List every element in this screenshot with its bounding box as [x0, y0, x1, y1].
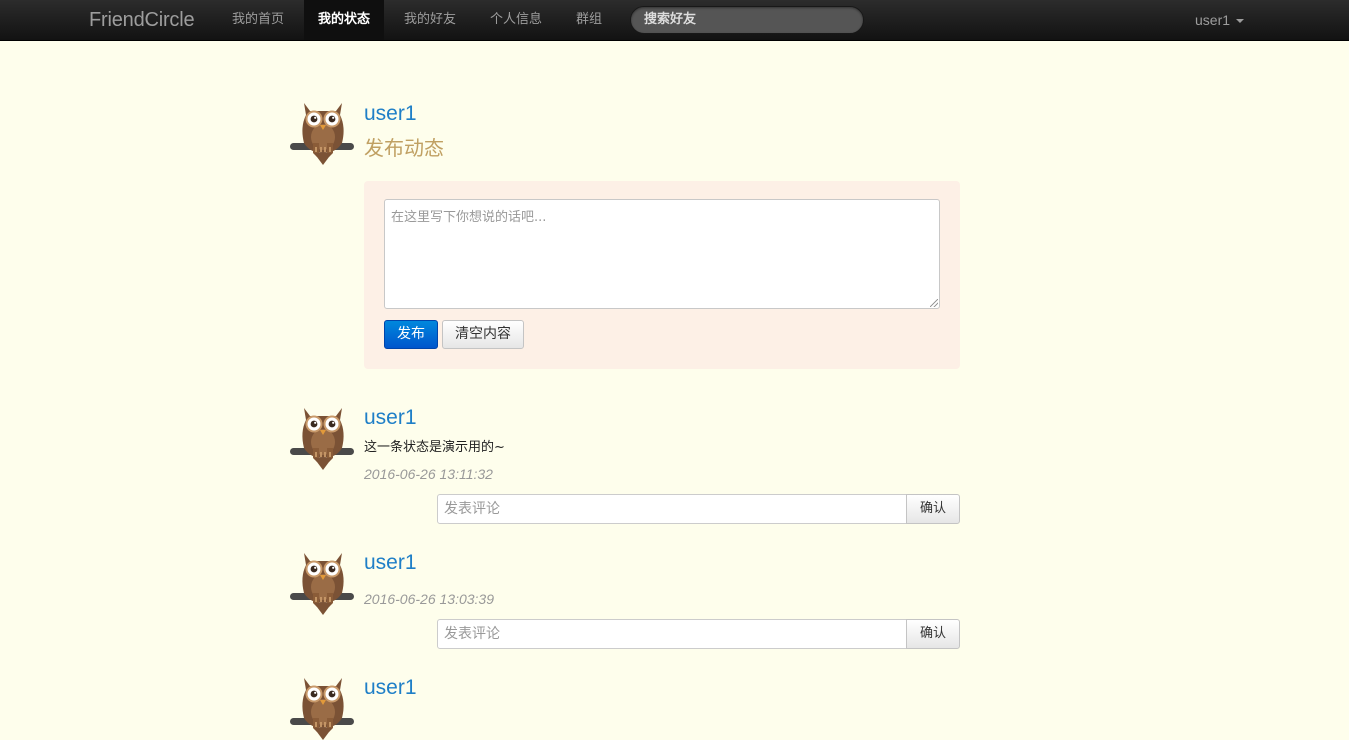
owl-icon: [290, 402, 356, 470]
post-username[interactable]: user1: [364, 551, 417, 575]
clear-content-button[interactable]: 清空内容: [442, 320, 524, 349]
nav-item-groups[interactable]: 群组: [562, 0, 616, 40]
nav-item-friends[interactable]: 我的好友: [390, 0, 470, 40]
owl-icon: [290, 672, 356, 740]
confirm-comment-button[interactable]: 确认: [906, 619, 960, 649]
post-username[interactable]: user1: [364, 406, 417, 430]
search-friends-input[interactable]: 搜索好友: [630, 6, 864, 34]
publish-username[interactable]: user1: [364, 102, 417, 126]
top-navbar: FriendCircle 我的首页 我的状态 我的好友 个人信息 群组 搜索好友…: [0, 0, 1349, 41]
publish-panel: 在这里写下你想说的话吧... 发布 清空内容: [364, 181, 960, 369]
status-textarea[interactable]: 在这里写下你想说的话吧...: [384, 199, 940, 309]
resize-grip-icon[interactable]: [930, 299, 938, 307]
post-username[interactable]: user1: [364, 676, 417, 700]
nav-item-my-status[interactable]: 我的状态: [304, 0, 385, 40]
owl-icon: [290, 97, 356, 165]
brand-logo[interactable]: FriendCircle: [89, 9, 195, 32]
nav-item-profile[interactable]: 个人信息: [476, 0, 556, 40]
caret-down-icon: [1236, 19, 1245, 24]
comment-input[interactable]: 发表评论: [437, 619, 907, 649]
post-content: 这一条状态是演示用的~: [364, 440, 505, 455]
user-dropdown[interactable]: user1: [1195, 0, 1245, 40]
confirm-comment-button[interactable]: 确认: [906, 494, 960, 524]
user-dropdown-label: user1: [1195, 12, 1231, 28]
publish-title: 发布动态: [364, 136, 444, 160]
post-timestamp: 2016-06-26 13:03:39: [364, 591, 494, 607]
post-timestamp: 2016-06-26 13:11:32: [364, 466, 493, 482]
publish-button[interactable]: 发布: [384, 320, 438, 349]
status-textarea-placeholder: 在这里写下你想说的话吧...: [391, 210, 547, 225]
nav-item-home[interactable]: 我的首页: [218, 0, 298, 40]
comment-input[interactable]: 发表评论: [437, 494, 907, 524]
owl-icon: [290, 547, 356, 615]
